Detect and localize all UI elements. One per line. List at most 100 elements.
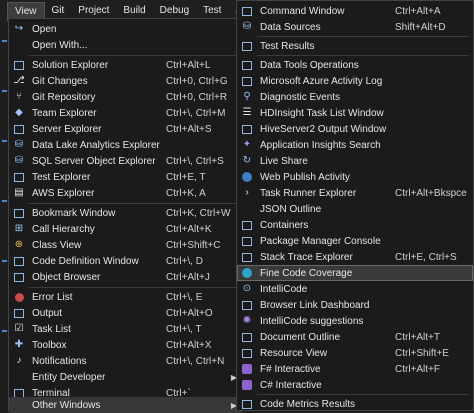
menu-item-label: Team Explorer — [32, 107, 97, 119]
submenu-item-hdinsight-task-list[interactable]: ☰ HDInsight Task List Window — [237, 105, 473, 121]
menu-item-git-changes[interactable]: ⎇ Git Changes Ctrl+0, Ctrl+G — [9, 73, 243, 89]
submenu-item-fine-code-coverage[interactable]: Fine Code Coverage — [237, 265, 473, 281]
submenu-item-resource-view[interactable]: Resource View Ctrl+Shift+E — [237, 345, 473, 361]
menu-item-shortcut: Ctrl+\, E — [166, 291, 203, 303]
submenu-item-intellicode[interactable]: ⊙ IntelliCode — [237, 281, 473, 297]
menu-item-label: Data Tools Operations — [260, 59, 359, 71]
code-definition-icon — [13, 255, 25, 267]
menu-item-entity-developer[interactable]: Entity Developer ▶ — [9, 369, 243, 385]
menu-item-label: Stack Trace Explorer — [260, 251, 353, 263]
submenu-item-document-outline[interactable]: Document Outline Ctrl+Alt+T — [237, 329, 473, 345]
menu-item-shortcut: Ctrl+Alt+Bkspce — [395, 187, 467, 199]
submenu-item-test-results[interactable]: Test Results — [237, 38, 473, 54]
menu-item-call-hierarchy[interactable]: ⊞ Call Hierarchy Ctrl+Alt+K — [9, 221, 243, 237]
submenu-item-diagnostic-events[interactable]: ⚲ Diagnostic Events — [237, 89, 473, 105]
submenu-item-application-insights-search[interactable]: ✦ Application Insights Search — [237, 137, 473, 153]
view-menu: ↪ Open Open With... Solution Explorer Ct… — [8, 18, 244, 413]
submenu-item-json-outline[interactable]: JSON Outline — [237, 201, 473, 217]
data-lake-icon: ⛁ — [14, 139, 24, 150]
menu-item-label: Command Window — [260, 5, 345, 17]
gutter-marker — [2, 330, 7, 332]
submenu-item-hiveserver2-output[interactable]: HiveServer2 Output Window — [237, 121, 473, 137]
menu-item-notifications[interactable]: ♪ Notifications Ctrl+\, Ctrl+N — [9, 353, 243, 369]
menu-item-open-with[interactable]: Open With... — [9, 37, 243, 53]
menu-item-label: AWS Explorer — [32, 187, 95, 199]
menu-item-label: Open — [32, 23, 57, 35]
menu-item-label: Entity Developer — [32, 371, 106, 383]
menu-item-label: Data Sources — [260, 21, 321, 33]
menu-item-label: Code Metrics Results — [260, 398, 356, 410]
menu-item-object-browser[interactable]: Object Browser Ctrl+Alt+J — [9, 269, 243, 285]
submenu-item-data-sources[interactable]: ⛁ Data Sources Shift+Alt+D — [237, 19, 473, 35]
menu-item-test-explorer[interactable]: Test Explorer Ctrl+E, T — [9, 169, 243, 185]
menu-item-solution-explorer[interactable]: Solution Explorer Ctrl+Alt+L — [9, 57, 243, 73]
menu-item-shortcut: Shift+Alt+D — [395, 21, 446, 33]
menu-item-aws-explorer[interactable]: ▤ AWS Explorer Ctrl+K, A — [9, 185, 243, 201]
submenu-item-live-share[interactable]: ↻ Live Share — [237, 153, 473, 169]
aws-explorer-icon: ▤ — [14, 187, 24, 198]
submenu-item-azure-activity-log[interactable]: Microsoft Azure Activity Log — [237, 73, 473, 89]
menu-item-label: Task List — [32, 323, 71, 335]
menu-item-shortcut: Ctrl+E, T — [166, 171, 206, 183]
team-explorer-icon: ◆ — [15, 107, 23, 118]
menu-item-bookmark-window[interactable]: Bookmark Window Ctrl+K, Ctrl+W — [9, 205, 243, 221]
menu-item-shortcut: Ctrl+Shift+E — [395, 347, 449, 359]
menu-item-class-view[interactable]: ⊕ Class View Ctrl+Shift+C — [9, 237, 243, 253]
menu-item-code-definition-window[interactable]: Code Definition Window Ctrl+\, D — [9, 253, 243, 269]
menu-item-error-list[interactable]: Error List Ctrl+\, E — [9, 289, 243, 305]
menu-item-label: Git Changes — [32, 75, 88, 87]
menu-item-label: Object Browser — [32, 271, 101, 283]
submenu-item-csharp-interactive[interactable]: C# Interactive — [237, 377, 473, 393]
live-share-icon: ↻ — [242, 155, 252, 166]
submenu-item-data-tools-operations[interactable]: Data Tools Operations — [237, 57, 473, 73]
package-manager-icon — [241, 235, 253, 247]
gutter-marker — [2, 140, 7, 142]
menu-item-server-explorer[interactable]: Server Explorer Ctrl+Alt+S — [9, 121, 243, 137]
menu-separator — [29, 287, 239, 288]
menu-item-shortcut: Ctrl+0, Ctrl+G — [166, 75, 228, 87]
gutter-marker — [2, 200, 7, 202]
menu-item-toolbox[interactable]: ✚ Toolbox Ctrl+Alt+X — [9, 337, 243, 353]
menu-item-team-explorer[interactable]: ◆ Team Explorer Ctrl+\, Ctrl+M — [9, 105, 243, 121]
hiveserver-icon — [241, 123, 253, 135]
submenu-item-intellicode-suggestions[interactable]: ✺ IntelliCode suggestions — [237, 313, 473, 329]
menu-item-data-lake-analytics-explorer[interactable]: ⛁ Data Lake Analytics Explorer — [9, 137, 243, 153]
submenu-item-package-manager-console[interactable]: Package Manager Console — [237, 233, 473, 249]
menu-item-task-list[interactable]: ☑ Task List Ctrl+\, T — [9, 321, 243, 337]
menu-item-label: Test Results — [260, 40, 315, 52]
menu-item-label: Server Explorer — [32, 123, 102, 135]
test-explorer-icon — [13, 171, 25, 183]
menu-item-sql-server-object-explorer[interactable]: ⛁ SQL Server Object Explorer Ctrl+\, Ctr… — [9, 153, 243, 169]
menu-item-output[interactable]: Output Ctrl+Alt+O — [9, 305, 243, 321]
menu-separator — [257, 394, 469, 395]
menu-item-label: Live Share — [260, 155, 308, 167]
menu-item-open[interactable]: ↪ Open — [9, 21, 243, 37]
menu-item-label: Data Lake Analytics Explorer — [32, 139, 160, 151]
submenu-item-fsharp-interactive[interactable]: F# Interactive Ctrl+Alt+F — [237, 361, 473, 377]
other-windows-submenu: Command Window Ctrl+Alt+A ⛁ Data Sources… — [236, 0, 474, 411]
menu-separator — [257, 55, 469, 56]
resource-view-icon — [241, 347, 253, 359]
submenu-item-task-runner-explorer[interactable]: › Task Runner Explorer Ctrl+Alt+Bkspce — [237, 185, 473, 201]
fine-code-coverage-icon — [241, 267, 253, 279]
submenu-item-stack-trace-explorer[interactable]: Stack Trace Explorer Ctrl+E, Ctrl+S — [237, 249, 473, 265]
menu-item-label: JSON Outline — [260, 203, 322, 215]
submenu-item-web-publish-activity[interactable]: Web Publish Activity — [237, 169, 473, 185]
menu-item-label: IntelliCode — [260, 283, 308, 295]
submenu-item-command-window[interactable]: Command Window Ctrl+Alt+A — [237, 3, 473, 19]
menu-item-git-repository[interactable]: ⑂ Git Repository Ctrl+0, Ctrl+R — [9, 89, 243, 105]
menu-item-shortcut: Ctrl+Alt+J — [166, 271, 210, 283]
menu-item-label: Resource View — [260, 347, 328, 359]
object-browser-icon — [13, 271, 25, 283]
menu-item-shortcut: Ctrl+Shift+C — [166, 239, 221, 251]
submenu-item-code-metrics-results[interactable]: Code Metrics Results — [237, 396, 473, 412]
submenu-item-browser-link-dashboard[interactable]: Browser Link Dashboard — [237, 297, 473, 313]
menu-item-shortcut: Ctrl+\, Ctrl+S — [166, 155, 224, 167]
task-runner-icon: › — [245, 187, 249, 198]
menu-item-label: Open With... — [32, 39, 88, 51]
menu-item-label: Output — [32, 307, 63, 319]
diagnostic-icon: ⚲ — [243, 91, 251, 102]
menu-item-shortcut: Ctrl+0, Ctrl+R — [166, 91, 228, 103]
intellicode-suggestions-icon: ✺ — [242, 315, 252, 326]
submenu-item-containers[interactable]: Containers — [237, 217, 473, 233]
